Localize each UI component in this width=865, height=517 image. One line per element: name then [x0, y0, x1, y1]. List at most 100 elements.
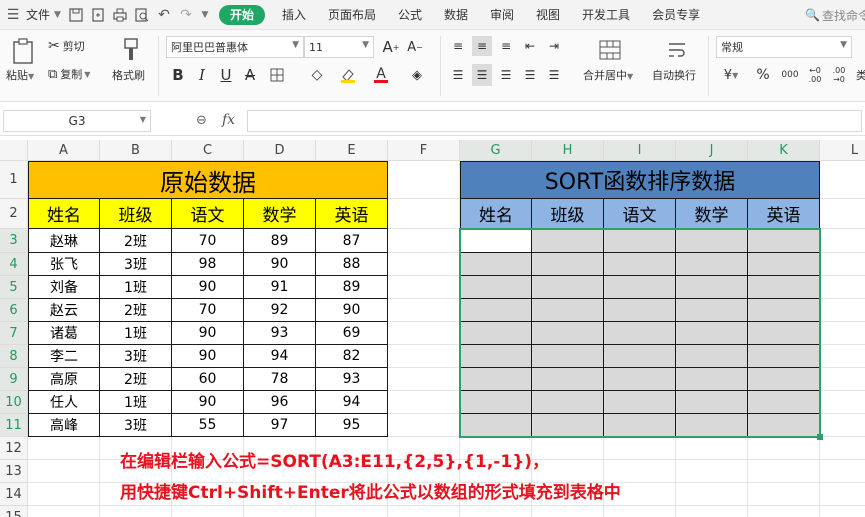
- sorted-table-cell[interactable]: [532, 299, 604, 322]
- row-header-13[interactable]: 13: [0, 460, 28, 483]
- sorted-table-cell[interactable]: [676, 299, 748, 322]
- sorted-table-cell[interactable]: [532, 414, 604, 437]
- align-left-icon[interactable]: ☰: [448, 64, 468, 86]
- row-header-4[interactable]: 4: [0, 253, 28, 276]
- source-table-cell[interactable]: 94: [244, 345, 316, 368]
- sorted-table-cell[interactable]: [532, 345, 604, 368]
- sorted-table-title[interactable]: SORT函数排序数据: [460, 161, 820, 199]
- export-pdf-icon[interactable]: [87, 0, 109, 30]
- font-color-icon[interactable]: A: [370, 64, 392, 86]
- sorted-table-cell[interactable]: [604, 345, 676, 368]
- source-table-cell[interactable]: 90: [172, 276, 244, 299]
- source-table-cell[interactable]: 55: [172, 414, 244, 437]
- customize-toolbar-icon[interactable]: ▼: [197, 0, 213, 30]
- paste-label[interactable]: 粘贴▼: [6, 67, 34, 83]
- source-table-cell[interactable]: 3班: [100, 414, 172, 437]
- sorted-table-cell[interactable]: [676, 322, 748, 345]
- tab-formulas[interactable]: 公式: [387, 0, 433, 30]
- column-header-d[interactable]: D: [244, 140, 316, 161]
- column-header-l[interactable]: L: [820, 140, 865, 161]
- source-table-cell[interactable]: 1班: [100, 391, 172, 414]
- row-header-5[interactable]: 5: [0, 276, 28, 299]
- source-table-cell[interactable]: 90: [172, 391, 244, 414]
- strikethrough-icon[interactable]: A: [240, 64, 260, 86]
- fill-color-icon[interactable]: ◇: [306, 64, 328, 86]
- sorted-table-cell[interactable]: [460, 276, 532, 299]
- source-table-cell[interactable]: 任人: [28, 391, 100, 414]
- source-table-title[interactable]: 原始数据: [28, 161, 388, 199]
- sorted-table-cell[interactable]: [676, 368, 748, 391]
- sorted-table-cell[interactable]: [748, 253, 820, 276]
- row-header-10[interactable]: 10: [0, 391, 28, 414]
- source-table-cell[interactable]: 2班: [100, 299, 172, 322]
- source-table-cell[interactable]: 87: [316, 229, 388, 253]
- sorted-table-cell[interactable]: [748, 345, 820, 368]
- row-header-15[interactable]: 15: [0, 506, 28, 517]
- fx-icon[interactable]: fx: [222, 112, 235, 128]
- font-size-select[interactable]: 11 ▼: [304, 36, 374, 58]
- number-format-select[interactable]: 常规 ▼: [716, 36, 852, 58]
- font-name-select[interactable]: 阿里巴巴普惠体 ▼: [166, 36, 304, 58]
- justify-icon[interactable]: ☰: [520, 64, 540, 86]
- source-table-cell[interactable]: 1班: [100, 276, 172, 299]
- source-table-cell[interactable]: 70: [172, 299, 244, 322]
- source-table-cell[interactable]: 1班: [100, 322, 172, 345]
- tab-view[interactable]: 视图: [525, 0, 571, 30]
- sorted-table-cell[interactable]: [748, 322, 820, 345]
- command-search[interactable]: 🔍 查找命令: [805, 0, 865, 30]
- source-table-cell[interactable]: 90: [172, 322, 244, 345]
- source-table-cell[interactable]: 90: [244, 253, 316, 276]
- source-table-cell[interactable]: 3班: [100, 345, 172, 368]
- sorted-table-cell[interactable]: [748, 391, 820, 414]
- source-table-cell[interactable]: 98: [172, 253, 244, 276]
- align-top-icon[interactable]: ≡: [448, 36, 468, 56]
- align-right-icon[interactable]: ☰: [496, 64, 516, 86]
- merge-center-button[interactable]: [590, 36, 630, 64]
- source-table-cell[interactable]: 60: [172, 368, 244, 391]
- tab-home[interactable]: 开始: [218, 4, 265, 25]
- column-header-e[interactable]: E: [316, 140, 388, 161]
- tab-data[interactable]: 数据: [433, 0, 479, 30]
- redo-icon[interactable]: ↷: [175, 0, 197, 30]
- thousands-separator-button[interactable]: 000: [778, 64, 802, 86]
- row-header-2[interactable]: 2: [0, 199, 28, 229]
- indent-increase-icon[interactable]: ⇥: [544, 36, 564, 56]
- decrease-decimal-icon[interactable]: .00 →0: [828, 64, 850, 86]
- sorted-table-header[interactable]: 语文: [604, 199, 676, 229]
- tab-insert[interactable]: 插入: [271, 0, 317, 30]
- source-table-cell[interactable]: 93: [244, 322, 316, 345]
- row-header-6[interactable]: 6: [0, 299, 28, 322]
- merge-center-label[interactable]: 合并居中▼: [583, 67, 633, 83]
- row-header-7[interactable]: 7: [0, 322, 28, 345]
- sorted-table-cell[interactable]: [676, 414, 748, 437]
- print-preview-icon[interactable]: [131, 0, 153, 30]
- copy-button[interactable]: ⧉ 复制 ▼: [48, 64, 90, 84]
- source-table-cell[interactable]: 97: [244, 414, 316, 437]
- sorted-table-header[interactable]: 数学: [676, 199, 748, 229]
- sorted-table-cell[interactable]: [460, 414, 532, 437]
- source-table-header[interactable]: 英语: [316, 199, 388, 229]
- sorted-table-cell[interactable]: [604, 322, 676, 345]
- source-table-header[interactable]: 语文: [172, 199, 244, 229]
- sorted-table-cell[interactable]: [748, 414, 820, 437]
- source-table-cell[interactable]: 高峰: [28, 414, 100, 437]
- tab-page-layout[interactable]: 页面布局: [317, 0, 387, 30]
- tab-review[interactable]: 审阅: [479, 0, 525, 30]
- truncated-ribbon-label[interactable]: 类: [856, 67, 865, 83]
- source-table-cell[interactable]: 69: [316, 322, 388, 345]
- source-table-cell[interactable]: 91: [244, 276, 316, 299]
- column-header-k[interactable]: K: [748, 140, 820, 161]
- sorted-table-cell[interactable]: [460, 253, 532, 276]
- borders-icon[interactable]: [266, 64, 288, 86]
- column-header-h[interactable]: H: [532, 140, 604, 161]
- source-table-header[interactable]: 数学: [244, 199, 316, 229]
- hamburger-icon[interactable]: ☰: [0, 0, 26, 30]
- sorted-table-header[interactable]: 姓名: [460, 199, 532, 229]
- source-table-cell[interactable]: 89: [244, 229, 316, 253]
- row-header-1[interactable]: 1: [0, 161, 28, 199]
- column-header-j[interactable]: J: [676, 140, 748, 161]
- column-header-a[interactable]: A: [28, 140, 100, 161]
- source-table-cell[interactable]: 96: [244, 391, 316, 414]
- sorted-table-cell[interactable]: [676, 229, 748, 253]
- sorted-table-cell[interactable]: [604, 229, 676, 253]
